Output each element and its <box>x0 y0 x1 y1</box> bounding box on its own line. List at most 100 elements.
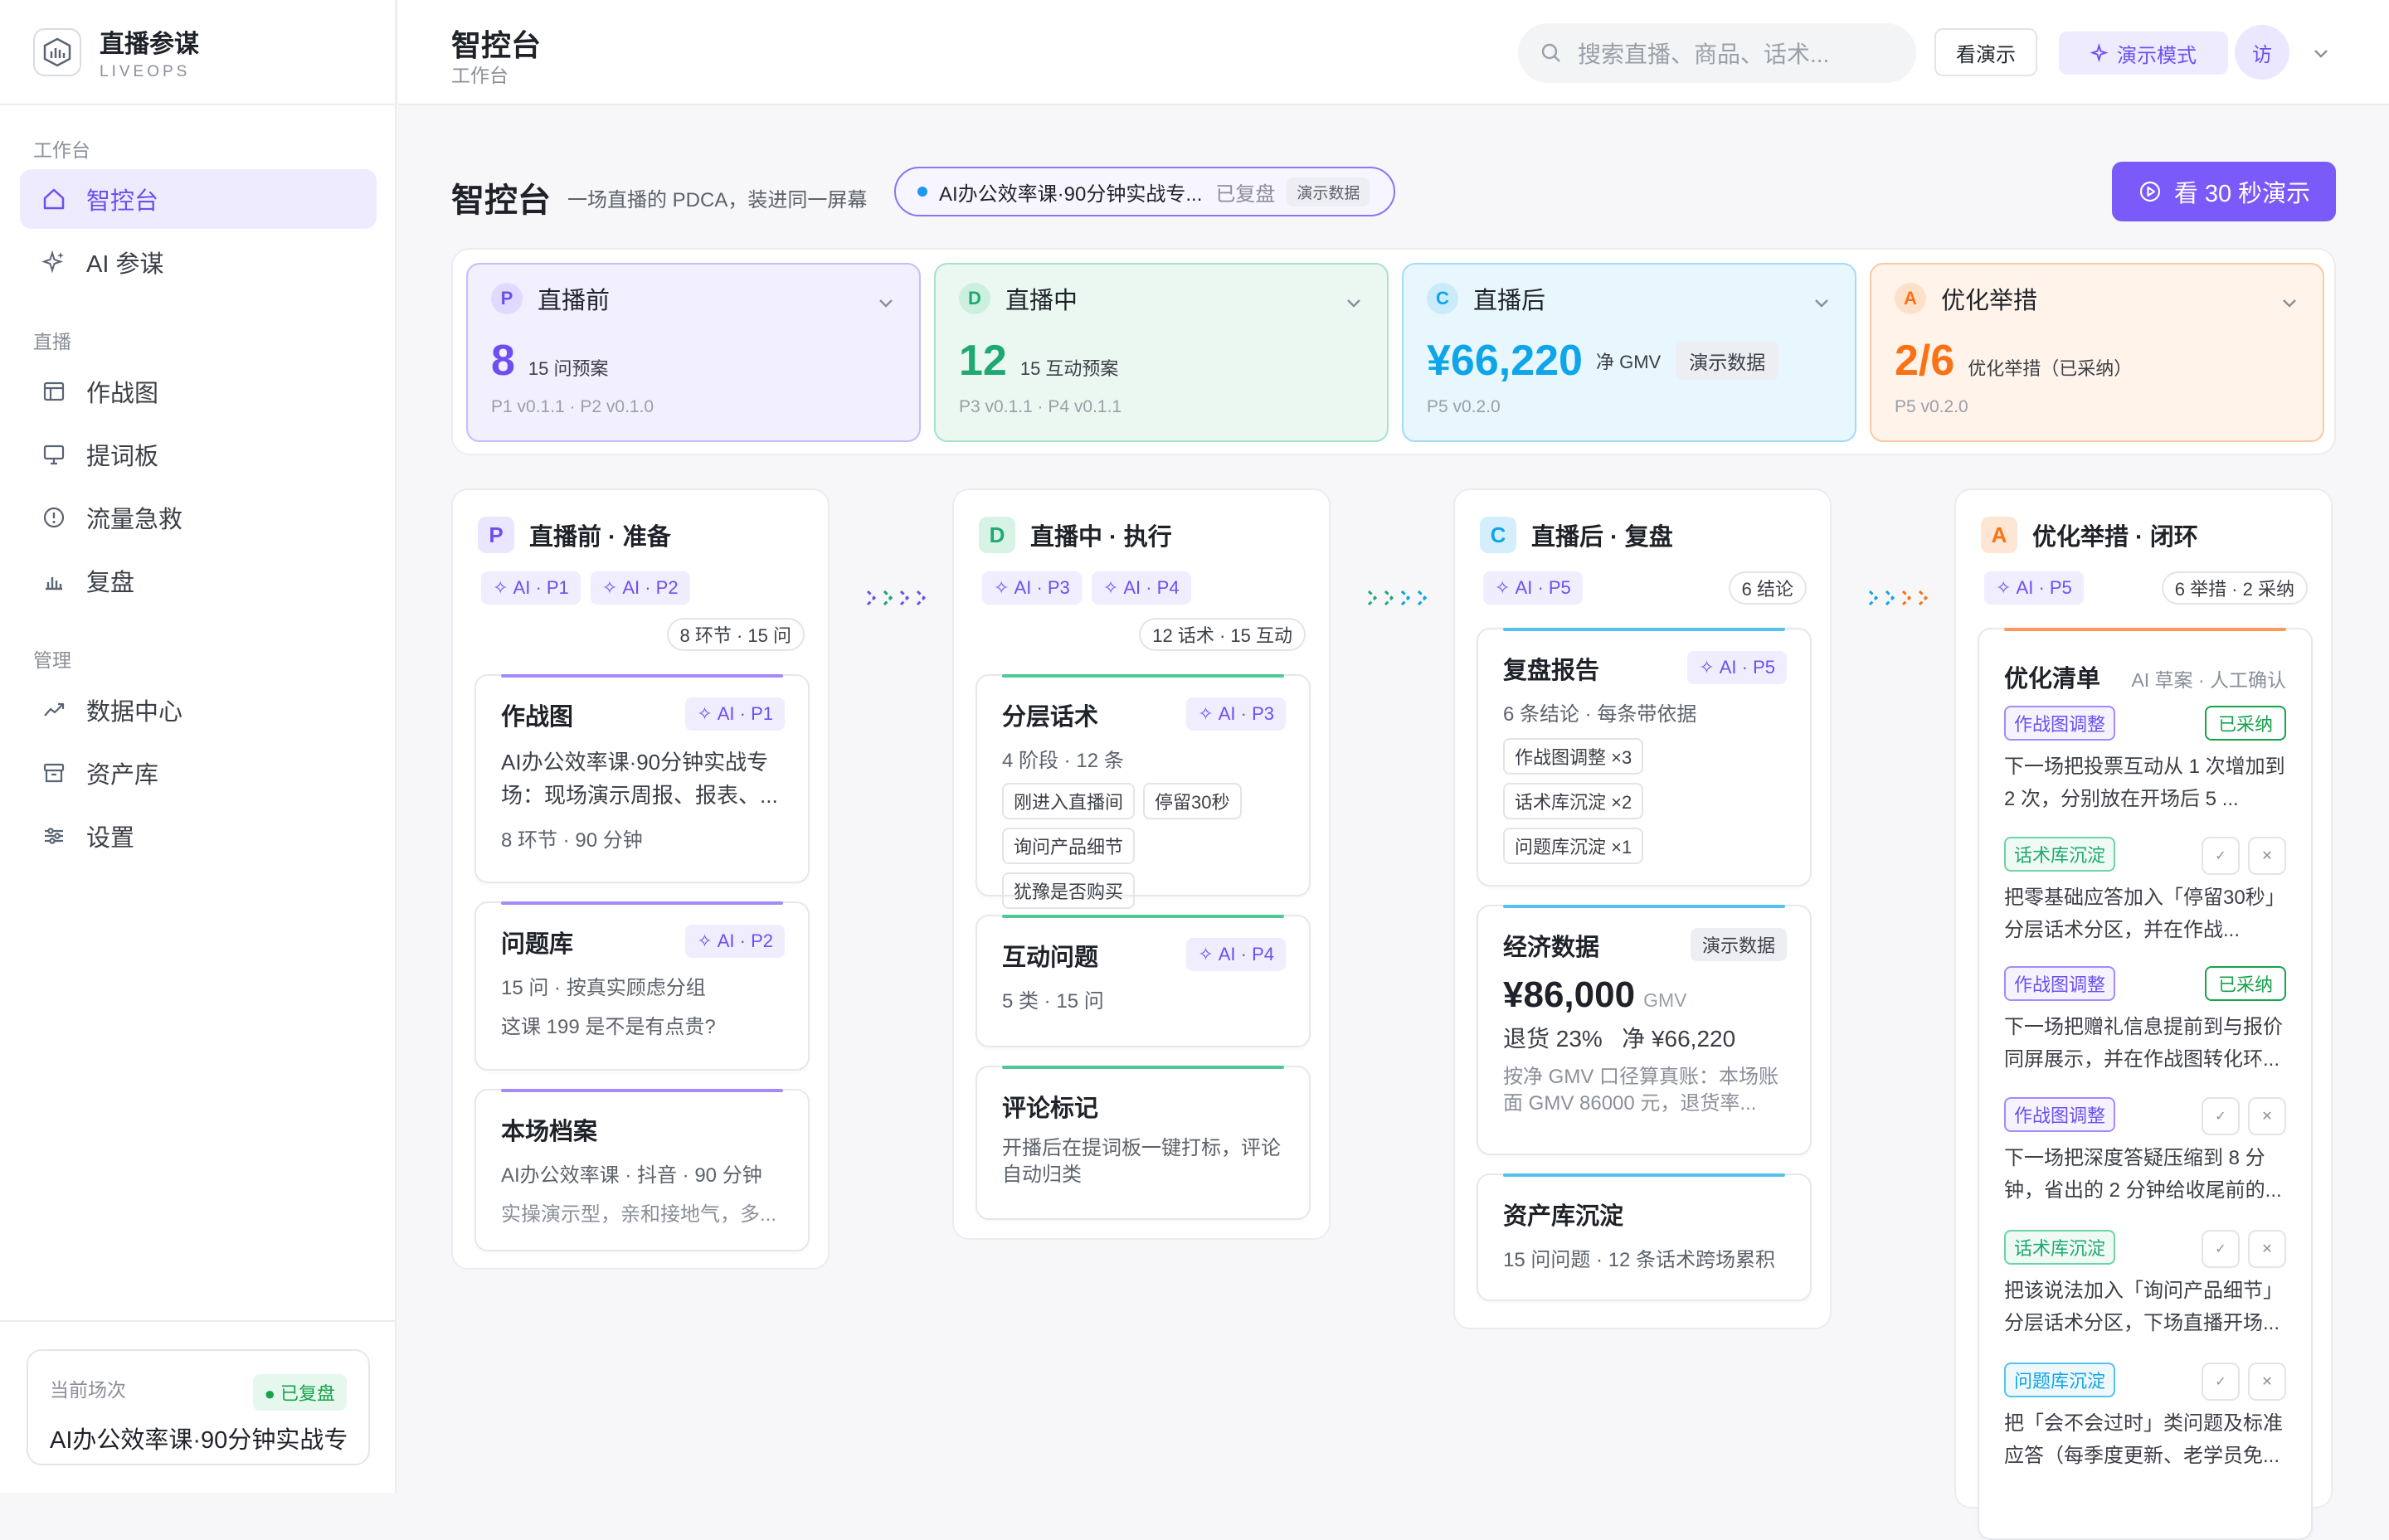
section-label-workbench: 工作台 <box>0 134 90 163</box>
ai-chip[interactable]: ✧ AI · P2 <box>591 571 690 605</box>
play-circle-icon <box>2138 179 2163 204</box>
section-label-manage: 管理 <box>0 644 71 673</box>
search-icon <box>1540 41 1563 65</box>
chevron-down-icon[interactable] <box>2280 293 2299 313</box>
summary-value: 8 <box>491 336 515 386</box>
card-layered-scripts[interactable]: 分层话术 ✧ AI · P3 4 阶段 · 12 条 刚进入直播间停留30秒 询… <box>976 674 1311 896</box>
chevron-down-icon[interactable] <box>1344 293 1364 313</box>
ai-chip[interactable]: ✧ AI · P5 <box>1984 571 2084 605</box>
avatar[interactable]: 访 <box>2235 25 2289 80</box>
card-text: 开播后在提词板一键打标，评论自动归类 <box>1002 1135 1284 1188</box>
check-icon[interactable]: ✓ <box>2202 1230 2240 1268</box>
chevron-down-icon[interactable] <box>2311 43 2331 63</box>
card-comment-tagging[interactable]: 评论标记 开播后在提词板一键打标，评论自动归类 <box>976 1066 1311 1220</box>
close-icon[interactable]: ✕ <box>2248 1230 2286 1268</box>
archive-icon <box>40 759 68 787</box>
demo-data-badge: 演示数据 <box>1691 928 1787 961</box>
ai-chip[interactable]: ✧ AI · P5 <box>1687 651 1787 684</box>
trend-icon <box>40 696 68 724</box>
list-item[interactable]: 问题库沉淀 ✓✕ 把「会不会过时」类问题及标准应答（每季度更新、老学员免... <box>2004 1363 2286 1472</box>
card-note: AI 草案 · 人工确认 <box>2131 664 2286 692</box>
item-text: 下一场把赠礼信息提前到与报价同屏展示，并在作战图转化环... <box>2004 1011 2286 1076</box>
sidebar-item-label: 资产库 <box>86 755 158 790</box>
conclusion-tag[interactable]: 问题库沉淀 ×1 <box>1503 828 1643 864</box>
summary-title: 直播后 <box>1473 281 1545 316</box>
ai-chip[interactable]: ✧ AI · P3 <box>982 571 1082 605</box>
sidebar-item-review[interactable]: 复盘 <box>20 551 377 610</box>
ai-chip[interactable]: ✧ AI · P1 <box>685 697 785 731</box>
do-letter: D <box>959 283 990 314</box>
sidebar-item-label: 提词板 <box>86 437 158 472</box>
chevron-down-icon[interactable] <box>1812 293 1832 313</box>
list-item[interactable]: 话术库沉淀 ✓✕ 把该说法加入「询问产品细节」分层话术分区，下场直播开场... <box>2004 1230 2286 1339</box>
check-icon[interactable]: ✓ <box>2202 1363 2240 1401</box>
sidebar-item-label: 复盘 <box>86 563 134 598</box>
script-tag[interactable]: 犹豫是否购买 <box>1002 872 1135 909</box>
summary-card-check[interactable]: C直播后 ¥66,220净 GMV演示数据 P5 v0.2.0 <box>1402 263 1856 442</box>
session-selector[interactable]: AI办公效率课·90分钟实战专... 已复盘 演示数据 <box>894 167 1395 216</box>
current-session-card[interactable]: 当前场次 ● 已复盘 AI办公效率课·90分钟实战专场：现场演示周报、报表、PP… <box>27 1349 370 1465</box>
summary-title: 直播前 <box>538 281 610 316</box>
sidebar-item-settings[interactable]: 设置 <box>20 806 377 866</box>
close-icon[interactable]: ✕ <box>2248 837 2286 875</box>
sidebar-item-assets[interactable]: 资产库 <box>20 743 377 803</box>
ai-chip[interactable]: ✧ AI · P4 <box>1092 571 1191 605</box>
list-item[interactable]: 话术库沉淀 ✓✕ 把零基础应答加入「停留30秒」分层话术分区，并在作战... <box>2004 837 2286 946</box>
list-item[interactable]: 作战图调整 已采纳 下一场把投票互动从 1 次增加到 2 次，分别放在开场后 5… <box>2004 706 2286 815</box>
card-session-profile[interactable]: 本场档案 AI办公效率课 · 抖音 · 90 分钟 实操演示型，亲和接地气，多.… <box>474 1089 810 1251</box>
gmv-value: ¥86,000 <box>1503 974 1635 1016</box>
summary-card-plan[interactable]: P直播前 815 问预案 P1 v0.1.1 · P2 v0.1.0 <box>466 263 921 442</box>
sidebar-item-traffic-rescue[interactable]: 流量急救 <box>20 488 377 547</box>
card-question-bank[interactable]: 问题库 ✧ AI · P2 15 问 · 按真实顾虑分组 这课 199 是不是有… <box>474 901 810 1071</box>
summary-unit: 15 问预案 <box>528 354 609 381</box>
sidebar-item-data-center[interactable]: 数据中心 <box>20 680 377 740</box>
ai-chip[interactable]: ✧ AI · P5 <box>1483 571 1583 605</box>
column-check: C直播后 · 复盘 ✧ AI · P5 6 结论 复盘报告 ✧ AI · P5 … <box>1453 488 1832 1329</box>
column-stat: 12 话术 · 15 互动 <box>1139 618 1306 651</box>
sidebar-item-label: AI 参谋 <box>86 245 163 279</box>
chevron-down-icon[interactable] <box>876 293 896 313</box>
list-item[interactable]: 作战图调整 ✓✕ 下一场把深度答疑压缩到 8 分钟，省出的 2 分钟给收尾前的.… <box>2004 1097 2286 1207</box>
breadcrumb: 工作台 <box>451 60 508 88</box>
check-icon[interactable]: ✓ <box>2202 1097 2240 1135</box>
ai-chip[interactable]: ✧ AI · P2 <box>685 925 785 958</box>
card-interaction-questions[interactable]: 互动问题 ✧ AI · P4 5 类 · 15 问 <box>976 915 1311 1047</box>
returns-rate: 退货 23% <box>1503 1026 1603 1052</box>
conclusion-tag[interactable]: 话术库沉淀 ×2 <box>1503 783 1643 819</box>
card-economics[interactable]: 经济数据 演示数据 ¥86,000 GMV 退货 23% 净 ¥66,220 按… <box>1477 905 1812 1155</box>
demo-data-badge: 演示数据 <box>1287 177 1370 206</box>
sidebar-item-battle-map[interactable]: 作战图 <box>20 362 377 421</box>
brand: 直播参谋 LIVEOPS <box>0 0 395 105</box>
home-icon <box>40 185 68 213</box>
column-title: 直播中 · 执行 <box>1030 517 1172 552</box>
ai-chip[interactable]: ✧ AI · P1 <box>481 571 581 605</box>
sidebar-item-control[interactable]: 智控台 <box>20 169 377 229</box>
script-tag[interactable]: 刚进入直播间 <box>1002 783 1135 819</box>
watch-30s-demo-button[interactable]: 看 30 秒演示 <box>2112 162 2336 221</box>
watch-demo-button[interactable]: 看演示 <box>1934 28 2037 76</box>
column-stat: 8 环节 · 15 问 <box>667 618 805 651</box>
conclusion-tag[interactable]: 作战图调整 ×3 <box>1503 738 1643 775</box>
search-input[interactable]: 搜索直播、商品、话术... <box>1518 23 1916 83</box>
ai-chip[interactable]: ✧ AI · P4 <box>1186 938 1286 971</box>
ai-chip[interactable]: ✧ AI · P3 <box>1186 697 1286 731</box>
demo-mode-button[interactable]: 演示模式 <box>2059 32 2228 75</box>
card-review-report[interactable]: 复盘报告 ✧ AI · P5 6 条结论 · 每条带依据 作战图调整 ×3 话术… <box>1477 628 1812 887</box>
script-tag[interactable]: 停留30秒 <box>1143 783 1241 819</box>
close-icon[interactable]: ✕ <box>2248 1363 2286 1401</box>
check-icon[interactable]: ✓ <box>2202 837 2240 875</box>
layout-icon <box>40 377 68 406</box>
summary-card-do[interactable]: D直播中 1215 互动预案 P3 v0.1.1 · P4 v0.1.1 <box>934 263 1389 442</box>
card-asset-accumulation[interactable]: 资产库沉淀 15 问问题 · 12 条话术跨场累积 <box>1477 1173 1812 1301</box>
list-item[interactable]: 作战图调整 已采纳 下一场把赠礼信息提前到与报价同屏展示，并在作战图转化环... <box>2004 966 2286 1076</box>
column-title: 直播后 · 复盘 <box>1531 517 1673 552</box>
column-act: A优化举措 · 闭环 ✧ AI · P5 6 举措 · 2 采纳 优化清单 AI… <box>1954 488 2333 1508</box>
sidebar-item-teleprompter[interactable]: 提词板 <box>20 425 377 484</box>
close-icon[interactable]: ✕ <box>2248 1097 2286 1135</box>
summary-card-act[interactable]: A优化举措 2/6优化举措（已采纳） P5 v0.2.0 <box>1870 263 2324 442</box>
brand-title: 直播参谋 <box>100 23 199 60</box>
sidebar-item-ai-advisor[interactable]: AI 参谋 <box>20 232 377 292</box>
script-tag[interactable]: 询问产品细节 <box>1002 828 1135 864</box>
card-battle-map[interactable]: 作战图 ✧ AI · P1 AI办公效率课·90分钟实战专场：现场演示周报、报表… <box>474 674 810 883</box>
status-dot <box>917 187 927 197</box>
